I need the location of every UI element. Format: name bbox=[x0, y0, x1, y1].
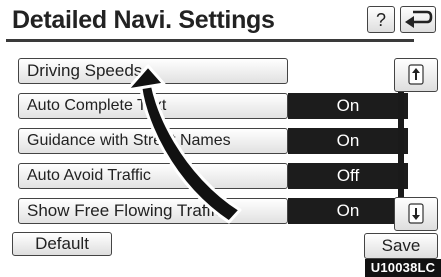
curved-arrow-overlay bbox=[125, 64, 242, 224]
